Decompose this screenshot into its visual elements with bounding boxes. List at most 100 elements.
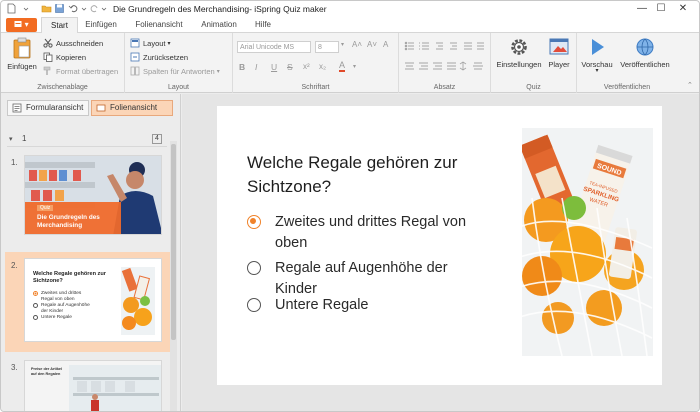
thumb-answers: Zweites und drittes Regal von oben Regal… <box>33 291 113 321</box>
settings-button[interactable]: Einstellungen <box>495 36 543 69</box>
fruit-photo-icon <box>121 267 155 335</box>
underline-button[interactable]: U <box>271 62 277 72</box>
answer-text[interactable]: Untere Regale <box>275 295 485 316</box>
font-color-button[interactable]: A <box>339 61 346 72</box>
ribbon: Einfügen Ausschneiden Kopieren Format üb… <box>1 33 699 93</box>
superscript-button[interactable]: x² <box>303 62 310 71</box>
italic-button[interactable]: I <box>255 62 257 72</box>
answer-option[interactable]: Regale auf Augenhöhe der Kinder <box>247 258 485 300</box>
copy-icon <box>43 52 53 62</box>
font-size-dropdown-icon[interactable]: ▾ <box>341 41 344 48</box>
radio-icon[interactable] <box>247 298 261 312</box>
maximize-icon[interactable]: ☐ <box>653 2 669 16</box>
slide-title: Die Grundregeln des Merchandising <box>37 214 100 229</box>
layout-button[interactable]: Layout ▾ <box>130 38 171 48</box>
open-folder-icon[interactable] <box>41 3 52 14</box>
slide-canvas: Welche Regale gehören zur Sichtzone? Zwe… <box>217 106 662 385</box>
tab-einfuegen[interactable]: Einfügen <box>81 17 121 33</box>
publish-button[interactable]: Veröffentlichen <box>617 36 673 69</box>
radio-icon[interactable] <box>247 261 261 275</box>
group-count-badge: 4 <box>152 134 162 144</box>
clipboard-icon <box>13 37 31 59</box>
format-painter-label: Format übertragen <box>56 66 119 76</box>
slide-thumbnail-row[interactable]: 3. Preise der Artikel auf den Regalen <box>5 358 171 411</box>
tab-folienansicht-view[interactable]: Folienansicht <box>91 100 173 116</box>
play-icon <box>592 39 604 55</box>
answer-text[interactable]: Zweites und drittes Regal von oben <box>275 212 485 254</box>
columns-icon <box>130 66 140 76</box>
undo-dropdown-icon[interactable] <box>81 3 87 14</box>
tab-animation[interactable]: Animation <box>195 17 243 33</box>
save-icon[interactable] <box>54 3 65 14</box>
slide-thumbnail: Quiz Die Grundregeln des Merchandising <box>24 155 162 235</box>
slide-group-header[interactable]: ▾ 1 4 <box>7 133 167 147</box>
shrink-font-button[interactable]: A˅ <box>367 40 377 49</box>
quiz-badge: Quiz <box>37 205 54 211</box>
player-icon <box>549 38 569 55</box>
slide-number: 3. <box>11 363 18 372</box>
slide-thumbnail: Welche Regale gehören zur Sichtzone? Zwe… <box>24 258 162 342</box>
answer-text[interactable]: Regale auf Augenhöhe der Kinder <box>275 258 485 300</box>
tab-start[interactable]: Start <box>41 17 78 34</box>
subscript-button[interactable]: x₂ <box>319 62 326 71</box>
grow-font-button[interactable]: A˄ <box>352 40 362 49</box>
reset-label: Zurücksetzen <box>143 52 189 62</box>
tab-formularansicht[interactable]: Formularansicht <box>7 100 89 116</box>
scrollbar-thumb[interactable] <box>171 144 176 340</box>
ribbon-tab-row: ▾ Start Einfügen Folienansicht Animation… <box>1 17 699 34</box>
close-icon[interactable]: ✕ <box>675 2 691 16</box>
gear-icon <box>511 39 527 55</box>
net-bag-fruit-image[interactable]: SOUND TEA-INFUSED SPARKLING WATER <box>522 128 653 356</box>
reset-button[interactable]: Zurücksetzen <box>130 52 188 62</box>
answer-columns-button[interactable]: Spalten für Antworten ▾ <box>130 66 220 76</box>
quiz-group-label: Quiz <box>526 84 541 91</box>
question-text[interactable]: Welche Regale gehören zur Sichtzone? <box>247 151 507 199</box>
format-painter-button[interactable]: Format übertragen <box>43 66 118 76</box>
tab-hilfe[interactable]: Hilfe <box>249 17 277 33</box>
slide-thumbnail-row[interactable]: 1. Quiz Die Grundregeln des Merchandisin… <box>5 150 171 252</box>
radio-selected-icon[interactable] <box>247 215 261 229</box>
new-document-icon[interactable] <box>6 3 17 14</box>
answer-option[interactable]: Zweites und drittes Regal von oben <box>247 212 485 254</box>
paste-button[interactable]: Einfügen <box>6 36 38 71</box>
reset-icon <box>130 52 140 62</box>
strikethrough-button[interactable]: S <box>287 62 293 72</box>
quick-access-menu-icon[interactable] <box>101 3 107 14</box>
paragraph-tools-icon <box>404 41 484 71</box>
preview-button[interactable]: Vorschau ▾ <box>579 36 615 74</box>
layout-dropdown-icon: ▾ <box>167 40 171 47</box>
tab-folienansicht[interactable]: Folienansicht <box>129 17 189 33</box>
redo-icon[interactable] <box>89 3 100 14</box>
file-menu-button[interactable]: ▾ <box>6 18 37 32</box>
collapse-ribbon-icon[interactable]: ⌃ <box>687 81 693 89</box>
slide-panel-scrollbar[interactable] <box>170 141 177 411</box>
minimize-icon[interactable]: — <box>634 2 650 16</box>
slide-view-icon <box>96 104 106 112</box>
bold-button[interactable]: B <box>239 62 245 72</box>
slide-thumbnail: Preise der Artikel auf den Regalen <box>24 360 162 411</box>
slide-thumbnail-row-selected[interactable]: 2. Welche Regale gehören zur Sichtzone? … <box>5 252 171 352</box>
form-view-label: Formularansicht <box>26 103 84 112</box>
clear-format-button[interactable]: A <box>383 40 388 49</box>
undo-icon[interactable] <box>68 3 79 14</box>
copy-button[interactable]: Kopieren <box>43 52 86 62</box>
slide-number: 1. <box>11 158 18 167</box>
app-window: Die Grundregeln des Merchandising- iSpri… <box>0 0 700 412</box>
player-button[interactable]: Player <box>545 36 573 69</box>
font-family-field[interactable]: Arial Unicode MS <box>237 41 311 53</box>
font-group-label: Schriftart <box>301 84 330 91</box>
font-color-dropdown-icon[interactable]: ▾ <box>353 63 356 70</box>
preview-dropdown-icon: ▾ <box>595 68 599 74</box>
publish-group: Vorschau ▾ Veröffentlichen Veröffentlich… <box>577 33 677 93</box>
font-size-field[interactable]: 8 <box>315 41 339 53</box>
paragraph-group-label: Absatz <box>433 84 456 91</box>
cut-button[interactable]: Ausschneiden <box>43 38 103 48</box>
dropdown-arrow-icon[interactable] <box>23 3 29 14</box>
brush-icon <box>43 66 51 75</box>
group-number: 1 <box>22 134 27 143</box>
collapse-group-icon[interactable]: ▾ <box>9 135 13 143</box>
window-title: Die Grundregeln des Merchandising- iSpri… <box>113 4 327 14</box>
thumb-answer: Regale auf Augenhöhe der Kinder <box>41 303 90 314</box>
answer-option[interactable]: Untere Regale <box>247 295 485 316</box>
cut-label: Ausschneiden <box>56 38 104 48</box>
